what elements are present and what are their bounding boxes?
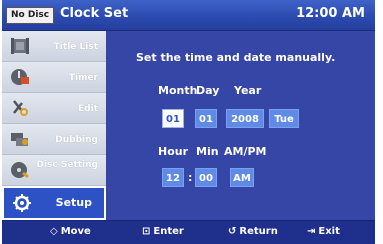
page-title: Clock Set [60,6,129,21]
minute-field[interactable]: 00 [195,168,217,187]
weekday-field: Tue [269,109,299,128]
sidebar-item-label: Disc Setting [36,160,98,170]
sidebar-item-label: Setup [55,196,92,209]
sidebar-item-label: Dubbing [55,135,98,145]
month-header: Month [158,84,198,97]
clock-set-panel: Set the time and date manually. Month Da… [106,31,375,220]
sidebar-item-label: Title List [53,42,98,52]
time-separator: : [188,171,193,184]
sidebar-item-disc-setting[interactable]: Disc Setting [2,155,106,186]
timer-icon [11,69,29,85]
exit-icon: ⇥ [307,226,316,237]
enter-hint: ⊡ Enter [142,226,184,237]
hour-field[interactable]: 12 [162,168,184,187]
sidebar-item-label: Edit [78,104,98,114]
disc-icon [11,162,29,179]
osd-frame: No Disc Clock Set 12:00 AM Title List Ti… [2,0,375,244]
dubbing-icon [11,133,28,146]
ampm-field[interactable]: AM [230,168,254,187]
hour-header: Hour [158,145,189,158]
enter-icon: ⊡ [142,226,151,237]
exit-hint: ⇥ Exit [307,226,340,237]
day-field[interactable]: 01 [195,109,217,128]
year-header: Year [234,84,262,97]
sidebar-item-timer[interactable]: Timer [2,62,106,93]
sidebar-item-label: Timer [68,73,98,83]
screen: No Disc Clock Set 12:00 AM Title List Ti… [0,0,383,244]
year-field[interactable]: 2008 [226,109,264,128]
sidebar-menu: Title List Timer Edit Dubbing Disc Setti… [2,31,106,220]
enter-label: Enter [153,226,184,237]
clock-display: 12:00 AM [296,6,365,21]
no-disc-badge: No Disc [6,7,55,24]
ampm-header: AM/PM [224,145,267,158]
day-header: Day [196,84,220,97]
return-label: Return [239,226,278,237]
exit-label: Exit [318,226,340,237]
return-icon: ↺ [228,226,237,237]
move-label: Move [60,226,91,237]
sidebar-item-setup[interactable]: Setup [2,186,106,220]
scissors-icon [13,100,28,116]
button-guide-bar: ◇ Move ⊡ Enter ↺ Return ⇥ Exit [2,220,375,244]
month-field[interactable]: 01 [162,109,184,128]
instruction-text: Set the time and date manually. [136,51,336,64]
move-icon: ◇ [50,226,58,237]
gear-icon [13,194,31,212]
return-hint: ↺ Return [228,226,278,237]
sidebar-item-edit[interactable]: Edit [2,93,106,124]
title-bar: No Disc Clock Set 12:00 AM [2,0,375,31]
sidebar-item-title-list[interactable]: Title List [2,31,106,62]
move-hint: ◇ Move [50,226,91,237]
min-header: Min [196,145,219,158]
sidebar-item-dubbing[interactable]: Dubbing [2,124,106,155]
title-list-icon [11,38,29,54]
